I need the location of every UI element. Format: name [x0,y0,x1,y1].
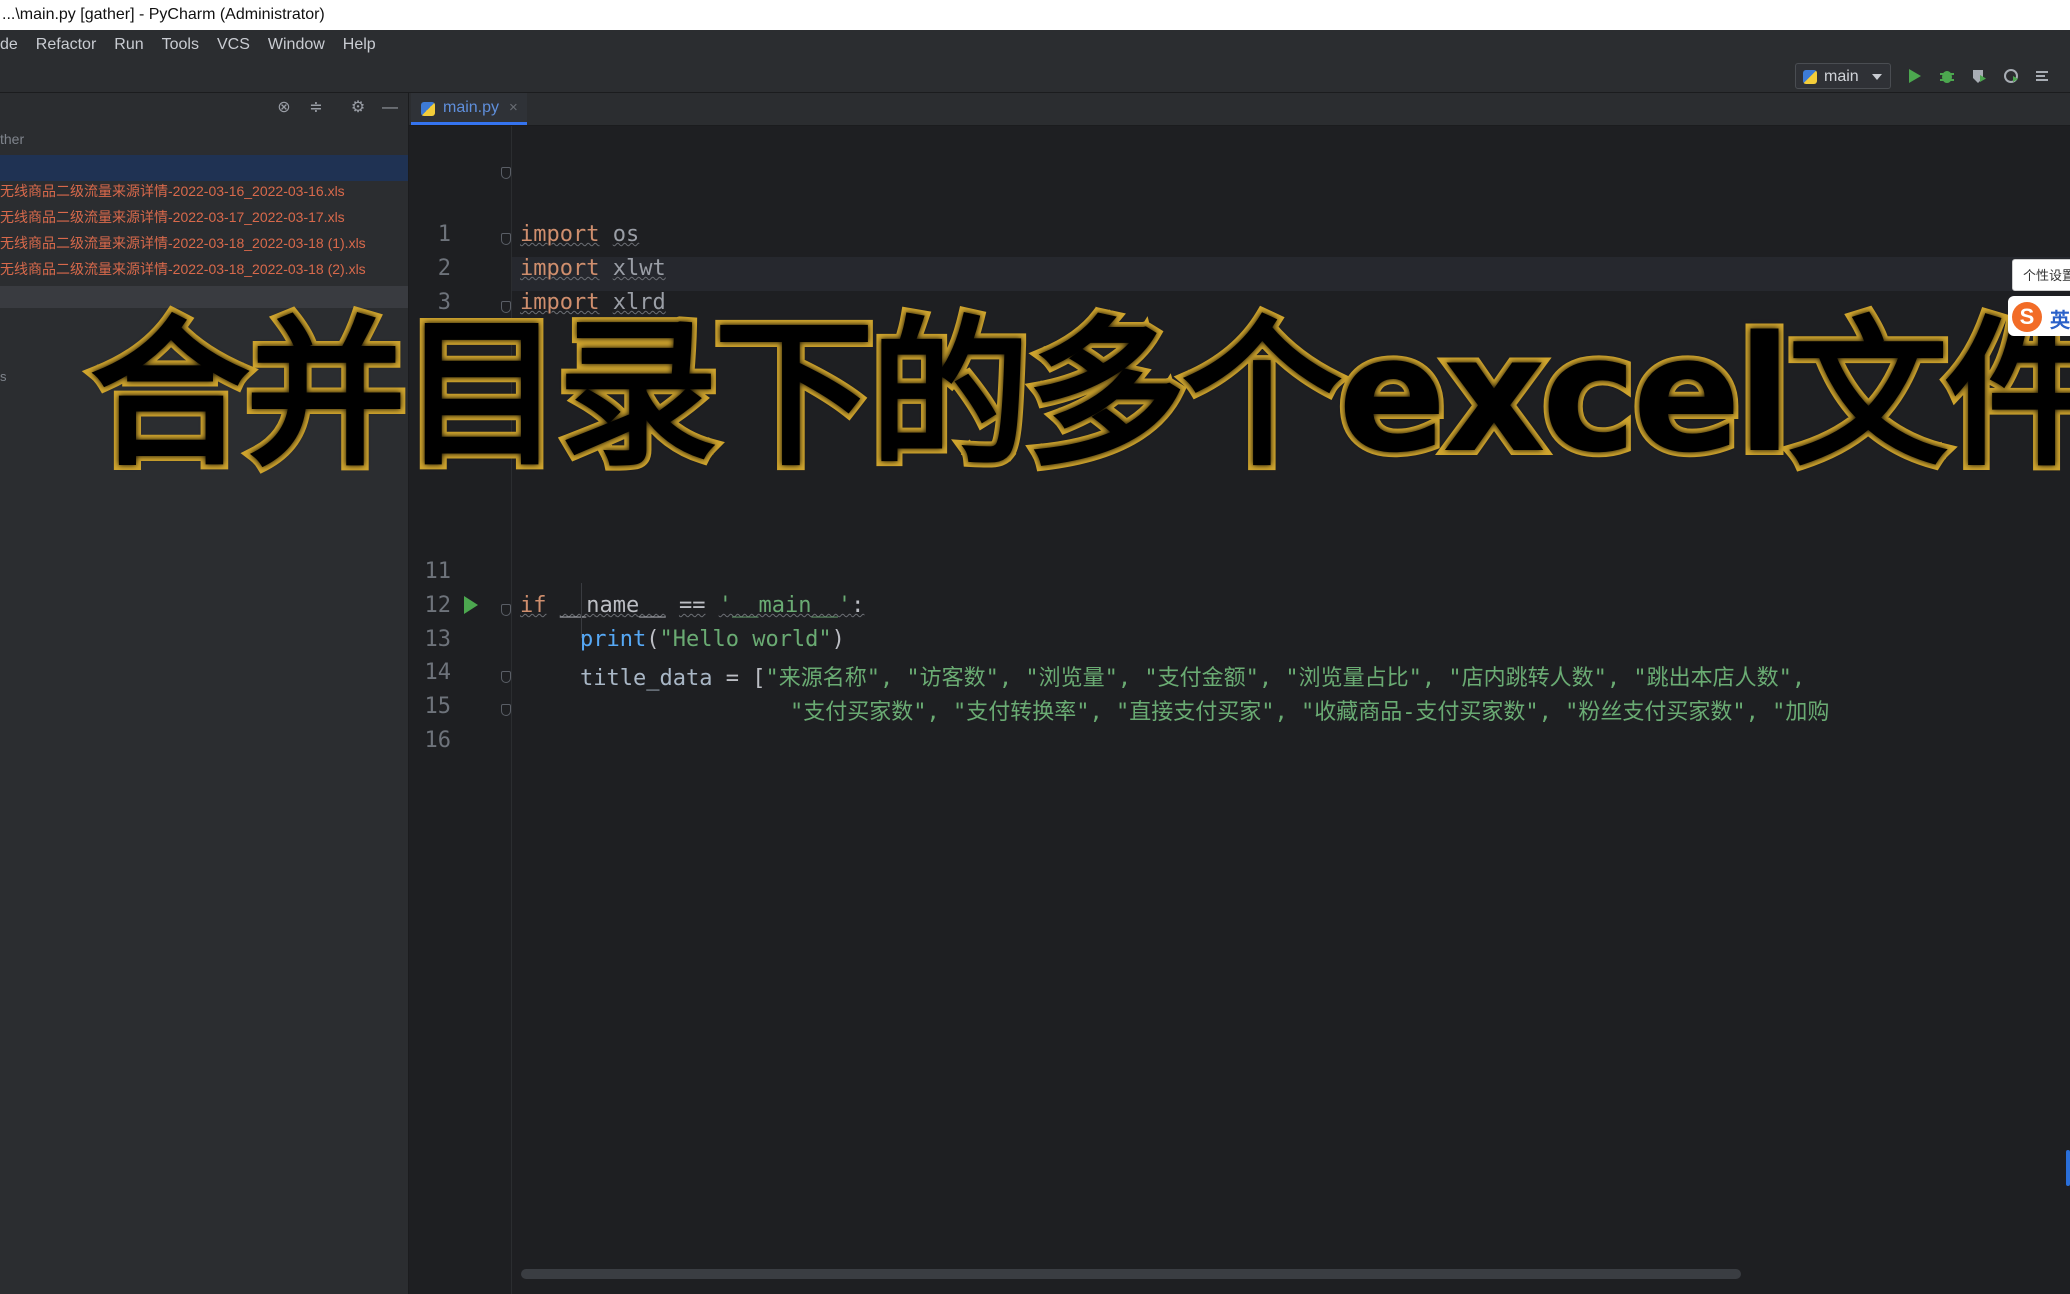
menu-window[interactable]: Window [268,36,325,54]
coverage-icon[interactable] [1970,67,1988,85]
run-icon[interactable] [1906,67,1924,85]
fold-marker-icon[interactable] [501,671,511,683]
run-configuration-selector[interactable]: main [1795,63,1891,89]
ime-mode-label[interactable]: 英 [2050,304,2070,333]
code-line[interactable]: import os [520,222,639,247]
project-tool-window: ⊗ ≑ ⚙ — ther 无线商品二级流量来源详情-2022-03-16_202… [0,93,409,1294]
more-actions-icon[interactable] [2034,67,2052,85]
code-line[interactable]: import xlwt [520,256,666,281]
code-line[interactable]: title_data = ["来源名称", "访客数", "浏览量", "支付金… [580,660,1805,692]
code-line[interactable]: if __name__ == '__main__': [520,593,864,618]
sogou-logo-icon: S [2012,302,2042,332]
fold-marker-icon[interactable] [501,167,511,179]
code-line[interactable]: "支付买家数", "支付转换率", "直接支付买家", "收藏商品-支付买家数"… [790,694,1829,726]
main-toolbar: main [0,60,2070,93]
menu-tools[interactable]: Tools [162,36,199,54]
project-tool-header: ⊗ ≑ ⚙ — [0,93,408,123]
tree-item-partial[interactable]: s [0,369,7,384]
indent-guide [581,583,582,638]
project-file-item[interactable]: 无线商品二级流量来源详情-2022-03-16_2022-03-16.xls [0,181,345,201]
menu-bar: de Refactor Run Tools VCS Window Help [0,30,2070,60]
menu-code[interactable]: de [0,36,18,54]
line-number: 15 [424,694,452,719]
tab-label: main.py [443,99,500,116]
debug-icon[interactable] [1938,67,1956,85]
line-number: 16 [424,728,452,753]
current-line-highlight [512,257,2070,291]
menu-refactor[interactable]: Refactor [36,36,96,54]
line-number: 12 [424,593,452,618]
gear-icon[interactable]: ⚙ [349,99,367,117]
video-overlay-title: 合并目录下的多个excel文件 [85,296,2070,493]
editor-tab-bar: main.py × [409,93,2070,126]
line-number: 11 [424,559,452,584]
line-number: 1 [437,222,451,247]
project-root-label[interactable]: ther [0,131,24,147]
fold-marker-icon[interactable] [501,604,511,616]
project-file-item[interactable]: 无线商品二级流量来源详情-2022-03-17_2022-03-17.xls [0,207,345,227]
line-number: 2 [437,256,451,281]
python-file-icon [421,102,435,116]
python-file-icon [1803,70,1817,84]
profile-icon[interactable] [2002,67,2020,85]
tab-main-py[interactable]: main.py × [411,93,527,125]
ime-status-bar[interactable]: S 英 [2008,296,2070,336]
run-configuration-label: main [1824,68,1859,85]
code-line[interactable]: print("Hello world") [580,627,845,652]
menu-vcs[interactable]: VCS [217,36,250,54]
project-file-item[interactable]: 无线商品二级流量来源详情-2022-03-18_2022-03-18 (2).x… [0,259,366,279]
editor-area: main.py × 1 2 3 4 5 6 11 12 13 14 15 16 … [409,93,2070,1294]
fold-marker-icon[interactable] [501,233,511,245]
horizontal-scrollbar[interactable] [521,1269,1741,1279]
ime-tooltip: 个性设置 [2012,259,2070,291]
line-number: 13 [424,627,452,652]
run-gutter-icon[interactable] [464,596,478,614]
window-title-bar: ...\main.py [gather] - PyCharm (Administ… [0,0,2070,31]
chevron-down-icon [1872,74,1882,80]
menu-run[interactable]: Run [114,36,143,54]
selected-tree-row[interactable] [0,155,408,181]
fold-marker-icon[interactable] [501,704,511,716]
locate-file-icon[interactable]: ⊗ [275,99,293,117]
edge-indicator [2066,1150,2070,1186]
close-icon[interactable]: × [509,99,518,116]
window-title: ...\main.py [gather] - PyCharm (Administ… [2,6,325,23]
collapse-all-icon[interactable]: ≑ [307,99,325,117]
minimize-icon[interactable]: — [381,99,399,117]
menu-help[interactable]: Help [343,36,376,54]
project-file-item[interactable]: 无线商品二级流量来源详情-2022-03-18_2022-03-18 (1).x… [0,233,366,253]
line-number: 14 [424,660,452,685]
